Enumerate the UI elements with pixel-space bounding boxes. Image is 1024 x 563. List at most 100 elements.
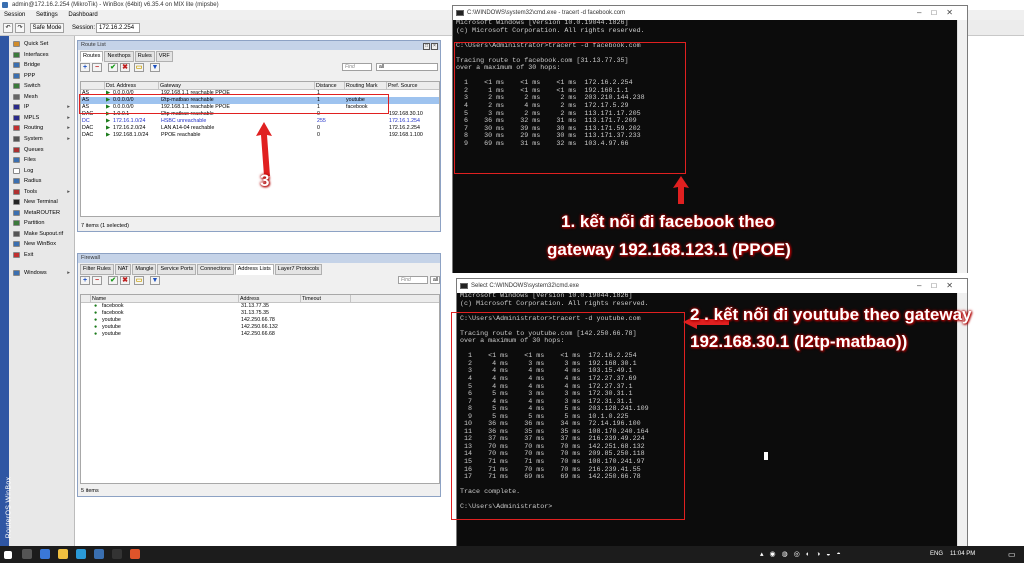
col-address[interactable]: Address — [239, 295, 301, 303]
menu-dashboard[interactable]: Dashboard — [68, 12, 97, 18]
sidebar-item-windows[interactable]: Windows ▸ — [11, 268, 73, 278]
fw-find-input[interactable]: Find — [398, 276, 428, 284]
enable-icon[interactable]: ✔ — [108, 63, 118, 72]
sidebar-item-label: MetaROUTER — [24, 209, 61, 216]
submenu-arrow-icon: ▸ — [67, 114, 70, 121]
table-row[interactable]: AS 0.0.0.0/0 192.168.1.1 reachable PPOE 1 fa… — [81, 104, 439, 111]
col-gateway[interactable]: Gateway — [159, 82, 315, 90]
restore-icon[interactable]: □ — [423, 43, 430, 50]
list-item[interactable]: ● facebook 31.13.77.35 — [81, 303, 439, 310]
start-icon[interactable] — [4, 551, 12, 559]
sidebar-item-label: New WinBox — [24, 241, 57, 248]
explorer-icon[interactable] — [58, 549, 68, 559]
sidebar-item-switch[interactable]: Switch — [11, 81, 73, 91]
sidebar-menu: Quick Set Interfaces Bridge PPP Switch Mesh IP… — [0, 36, 76, 546]
disable-icon[interactable]: ✖ — [120, 63, 130, 72]
table-row[interactable]: AS 0.0.0.0/0 l2tp-matbao reachable 1 youtube… — [81, 97, 439, 104]
menu-settings[interactable]: Settings — [36, 12, 58, 18]
app-taskbar-icon[interactable] — [130, 549, 140, 559]
cell-flag: AS — [82, 104, 90, 110]
sidebar-item-ppp[interactable]: PPP — [11, 71, 73, 81]
sidebar-item-quick-set[interactable]: Quick Set — [11, 39, 73, 49]
clock-time[interactable]: 11:04 PM — [950, 546, 975, 563]
fw-comment-icon[interactable]: ▭ — [134, 276, 144, 285]
sidebar-item-partition[interactable]: Partition — [11, 218, 73, 228]
list-item[interactable]: ● facebook 31.13.75.35 — [81, 310, 439, 317]
route-filter-select[interactable]: all — [376, 63, 438, 71]
fw-remove-icon[interactable]: − — [92, 276, 102, 285]
cell-gw: l2tp-matbao reachable — [161, 111, 214, 117]
fw-filter-icon[interactable]: ▼ — [150, 276, 160, 285]
session-field[interactable]: 172.16.2.254 — [96, 23, 140, 33]
sidebar-item-queues[interactable]: Queues — [11, 145, 73, 155]
window-controls[interactable]: –□✕ — [917, 6, 963, 20]
col-dst-address[interactable]: Dst. Address — [105, 82, 159, 90]
sidebar-item-files[interactable]: Files — [11, 155, 73, 165]
winbox-taskbar-icon[interactable] — [94, 549, 104, 559]
sidebar-item-system[interactable]: System ▸ — [11, 134, 73, 144]
cmd1-output[interactable]: Microsoft Windows [Version 10.0.19044.18… — [453, 20, 957, 273]
sidebar-item-metarouter[interactable]: MetaROUTER — [11, 208, 73, 218]
col-timeout[interactable]: Timeout — [301, 295, 351, 303]
firewall-toolbar: + − ✔ ✖ ▭ ▼ Find all — [78, 274, 440, 287]
cmd2-scrollbar[interactable] — [957, 293, 967, 546]
col-name[interactable]: Name — [91, 295, 239, 303]
taskview-icon[interactable] — [40, 549, 50, 559]
tray-icons[interactable]: ▴◉◍◎◐◑◒◓ — [760, 546, 847, 563]
fw-enable-icon[interactable]: ✔ — [108, 276, 118, 285]
table-row[interactable]: AS 0.0.0.0/0 192.168.1.1 reachable PPOE 1 ▶ — [81, 90, 439, 97]
safe-mode-button[interactable]: Safe Mode — [30, 23, 64, 33]
col-routing-mark[interactable]: Routing Mark — [345, 82, 387, 90]
undo-button[interactable]: ↶ — [3, 23, 13, 33]
edge-icon[interactable] — [76, 549, 86, 559]
sidebar-item-exit[interactable]: Exit — [11, 250, 73, 260]
language-indicator[interactable]: ENG — [930, 546, 943, 563]
sidebar-item-new-winbox[interactable]: New WinBox — [11, 239, 73, 249]
sidebar-item-icon — [13, 188, 20, 195]
console-line: 17 71 ms 69 ms 69 ms 142.250.66.78 — [460, 473, 641, 482]
sidebar-item-mesh[interactable]: Mesh — [11, 92, 73, 102]
cell-address: 31.13.77.35 — [241, 303, 269, 309]
cmd2-titlebar: Select C:\WINDOWS\system32\cmd.exe –□✕ — [457, 279, 967, 293]
list-item[interactable]: ● youtube 142.250.66.132 — [81, 324, 439, 331]
fw-add-icon[interactable]: + — [80, 276, 90, 285]
fw-disable-icon[interactable]: ✖ — [120, 276, 130, 285]
sidebar-item-label: System — [24, 135, 43, 142]
redo-button[interactable]: ↷ — [15, 23, 25, 33]
menu-session[interactable]: Session — [4, 12, 25, 18]
sidebar-item-make-supout-rif[interactable]: Make Supout.rif — [11, 229, 73, 239]
sidebar-item-bridge[interactable]: Bridge — [11, 60, 73, 70]
col-pref-source[interactable]: Pref. Source — [387, 82, 439, 90]
comment-icon[interactable]: ▭ — [134, 63, 144, 72]
window-controls[interactable]: –□✕ — [917, 279, 963, 293]
close-icon[interactable]: × — [431, 43, 438, 50]
sidebar-item-tools[interactable]: Tools ▸ — [11, 187, 73, 197]
cmd1-scrollbar[interactable] — [957, 20, 967, 273]
table-row[interactable]: DAC 1.0.0.1 l2tp-matbao reachable 0 192.168.… — [81, 111, 439, 118]
sidebar-item-mpls[interactable]: MPLS ▸ — [11, 113, 73, 123]
sidebar-item-log[interactable]: Log — [11, 166, 73, 176]
sidebar-item-routing[interactable]: Routing ▸ — [11, 123, 73, 133]
list-item[interactable]: ● youtube 142.250.66.78 — [81, 317, 439, 324]
notification-icon[interactable]: ▭ — [1008, 546, 1016, 563]
fw-filter-select[interactable]: all — [430, 276, 440, 284]
address-entry-icon: ● — [94, 324, 98, 330]
route-find-input[interactable]: Find — [342, 63, 372, 71]
annotation-1-line1: 1. kết nối đi facebook theo — [561, 212, 775, 231]
sidebar-item-radius[interactable]: Radius — [11, 176, 73, 186]
sidebar-item-ip[interactable]: IP ▸ — [11, 102, 73, 112]
search-icon[interactable] — [22, 549, 32, 559]
submenu-arrow-icon: ▸ — [67, 270, 70, 276]
filter-icon[interactable]: ▼ — [150, 63, 160, 72]
sidebar-item-icon — [13, 104, 20, 111]
add-icon[interactable]: + — [80, 63, 90, 72]
col-flags[interactable] — [81, 82, 105, 90]
cell-mark: youtube — [346, 97, 365, 103]
sidebar-item-interfaces[interactable]: Interfaces — [11, 50, 73, 60]
list-item[interactable]: ● youtube 142.250.66.68 — [81, 331, 439, 338]
cmd-taskbar-icon[interactable] — [112, 549, 122, 559]
sidebar-item-icon — [13, 199, 20, 206]
sidebar-item-new-terminal[interactable]: New Terminal — [11, 197, 73, 207]
remove-icon[interactable]: − — [92, 63, 102, 72]
col-distance[interactable]: Distance — [315, 82, 345, 90]
